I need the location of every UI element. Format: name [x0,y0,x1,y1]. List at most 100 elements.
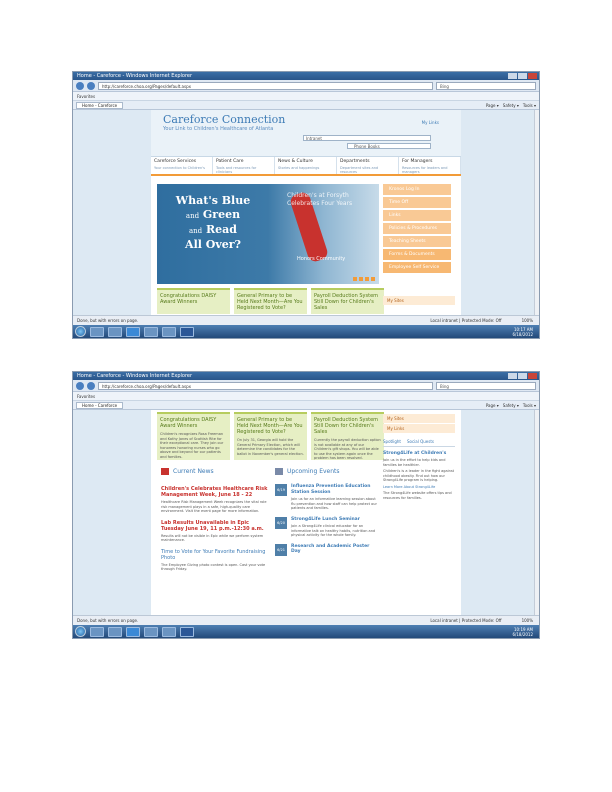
hero-headline: What's Blue and Green and Read All Over? [175,194,251,251]
start-button-icon[interactable] [75,626,86,637]
event-item: 6/21 Research and Academic Poster Day [275,543,379,556]
forward-icon[interactable] [87,381,95,390]
my-links-link[interactable]: My Links [422,120,439,125]
url-field[interactable]: http://careforce.choa.org/Pages/default.… [98,81,433,90]
outlook-icon[interactable] [144,626,158,637]
minimize-button[interactable] [508,73,517,79]
favorites-button[interactable]: Favorites [77,92,95,100]
remote-desktop-icon[interactable] [162,626,176,637]
safety-menu[interactable]: Safety ▾ [503,403,519,408]
explorer-icon[interactable] [90,326,104,337]
media-player-icon[interactable] [108,626,122,637]
spotlight-footer: The Strong4Life website offers tips and … [383,491,452,500]
nav-item-careforce-services[interactable]: Careforce Services Your connection to Chi… [151,157,213,174]
zoom-level[interactable]: 100% [522,316,539,325]
forward-icon[interactable] [87,81,95,90]
phone-book-search[interactable]: Phone Books [347,143,431,149]
tab-social-quests[interactable]: Social Quests [407,439,434,444]
spotlight-link[interactable]: Learn More About Strong4Life [383,485,455,490]
news-title[interactable]: Time to Vote for Your Favorite Fundraisi… [161,549,269,561]
close-button[interactable] [528,373,537,379]
nav-item-departments[interactable]: Departments Department sites and resource… [337,157,399,174]
quick-link-time-off[interactable]: Time Off [383,197,451,208]
window-controls [508,73,537,79]
news-card[interactable]: General Primary to be Held Next Month—Ar… [234,288,307,314]
page-menu[interactable]: Page ▾ [486,103,499,108]
safety-menu[interactable]: Safety ▾ [503,103,519,108]
site-title[interactable]: Careforce Connection [163,113,285,126]
news-card[interactable]: Congratulations DAISY Award Winners [157,288,230,314]
quick-link-forms[interactable]: Forms & Documents [383,249,451,260]
url-field[interactable]: http://careforce.choa.org/Pages/default.… [98,381,433,390]
explorer-icon[interactable] [90,626,104,637]
carousel-dot[interactable] [365,277,369,281]
quick-link-kronos[interactable]: Kronos Log In [383,184,451,195]
current-news-heading: Current News [161,468,214,475]
my-sites-box[interactable]: My Sites [383,414,455,423]
nav-item-news-culture[interactable]: News & Culture Stories and happenings [275,157,337,174]
hero-banner[interactable]: What's Blue and Green and Read All Over?… [157,184,379,284]
window-titlebar: Home - Careforce - Windows Internet Expl… [73,372,539,380]
quick-link-policies[interactable]: Policies & Procedures [383,223,451,234]
browser-search-field[interactable]: Bing [436,381,536,390]
my-links-box[interactable]: My Links [383,424,455,433]
close-button[interactable] [528,73,537,79]
spotlight-text: Children's is a leader in the fight agai… [383,469,455,482]
vertical-scrollbar[interactable] [534,110,539,315]
minimize-button[interactable] [508,373,517,379]
quick-link-self-service[interactable]: Employee Self Service [383,262,451,273]
my-sites-box[interactable]: My Sites [383,296,455,305]
right-column: My Sites My Links Spotlight Social Quest… [383,414,455,500]
quick-link-links[interactable]: Links [383,210,451,221]
event-title[interactable]: Research and Academic Poster Day [291,544,379,555]
news-title[interactable]: Lab Results Unavailable in Epic Tuesday … [161,520,269,532]
page-menu[interactable]: Page ▾ [486,403,499,408]
tab-spotlight[interactable]: Spotlight [383,439,401,444]
browser-tab[interactable]: Home - Careforce [76,101,124,109]
careforce-page: Congratulations DAISY Award Winners Child… [151,410,461,615]
media-player-icon[interactable] [108,326,122,337]
internet-explorer-icon[interactable] [126,626,140,637]
nav-item-patient-care[interactable]: Patient Care Tools and resources for clin… [213,157,275,174]
right-column: My Sites [383,296,455,305]
news-card[interactable]: General Primary to be Held Next Month—Ar… [234,412,307,460]
remote-desktop-icon[interactable] [162,326,176,337]
news-item: Children's Celebrates Healthcare Risk Ma… [161,486,269,514]
back-icon[interactable] [76,81,84,90]
system-clock[interactable]: 10:19 AM 6/18/2012 [512,627,537,637]
tools-menu[interactable]: Tools ▾ [523,403,536,408]
security-zone: Local intranet | Protected Mode: Off [430,618,502,623]
maximize-button[interactable] [518,73,527,79]
tab-bar: Home - Careforce Page ▾ Safety ▾ Tools ▾ [73,401,539,410]
outlook-icon[interactable] [144,326,158,337]
internet-explorer-icon[interactable] [126,326,140,337]
start-button-icon[interactable] [75,326,86,337]
system-clock[interactable]: 10:17 AM 6/18/2012 [512,327,537,337]
news-icon [161,468,169,475]
news-title[interactable]: Children's Celebrates Healthcare Risk Ma… [161,486,269,498]
news-card[interactable]: Payroll Deduction System Still Down for … [311,412,384,460]
word-icon[interactable] [180,626,194,637]
spotlight-title[interactable]: Strong4Life at Children's [383,451,455,456]
zoom-level[interactable]: 100% [522,616,539,625]
event-title[interactable]: Strong4Life Lunch Seminar [291,517,379,523]
carousel-dot[interactable] [359,277,363,281]
browser-search-field[interactable]: Bing [436,81,536,90]
favorites-button[interactable]: Favorites [77,392,95,400]
windows-taskbar: 10:17 AM 6/18/2012 [73,325,539,338]
back-icon[interactable] [76,381,84,390]
favorites-bar: Favorites [73,392,539,401]
site-search-input[interactable]: Intranet [303,135,431,141]
word-icon[interactable] [180,326,194,337]
nav-item-for-managers[interactable]: For Managers Resources for leaders and ma… [399,157,461,174]
vertical-scrollbar[interactable] [534,410,539,615]
carousel-dot[interactable] [371,277,375,281]
carousel-dot[interactable] [353,277,357,281]
tools-menu[interactable]: Tools ▾ [523,103,536,108]
event-title[interactable]: Influenza Prevention Education Station S… [291,484,379,495]
news-card[interactable]: Congratulations DAISY Award Winners Child… [157,412,230,460]
quick-link-teaching-sheets[interactable]: Teaching Sheets [383,236,451,247]
browser-tab[interactable]: Home - Careforce [76,401,124,409]
news-card[interactable]: Payroll Deduction System Still Down for … [311,288,384,314]
maximize-button[interactable] [518,373,527,379]
